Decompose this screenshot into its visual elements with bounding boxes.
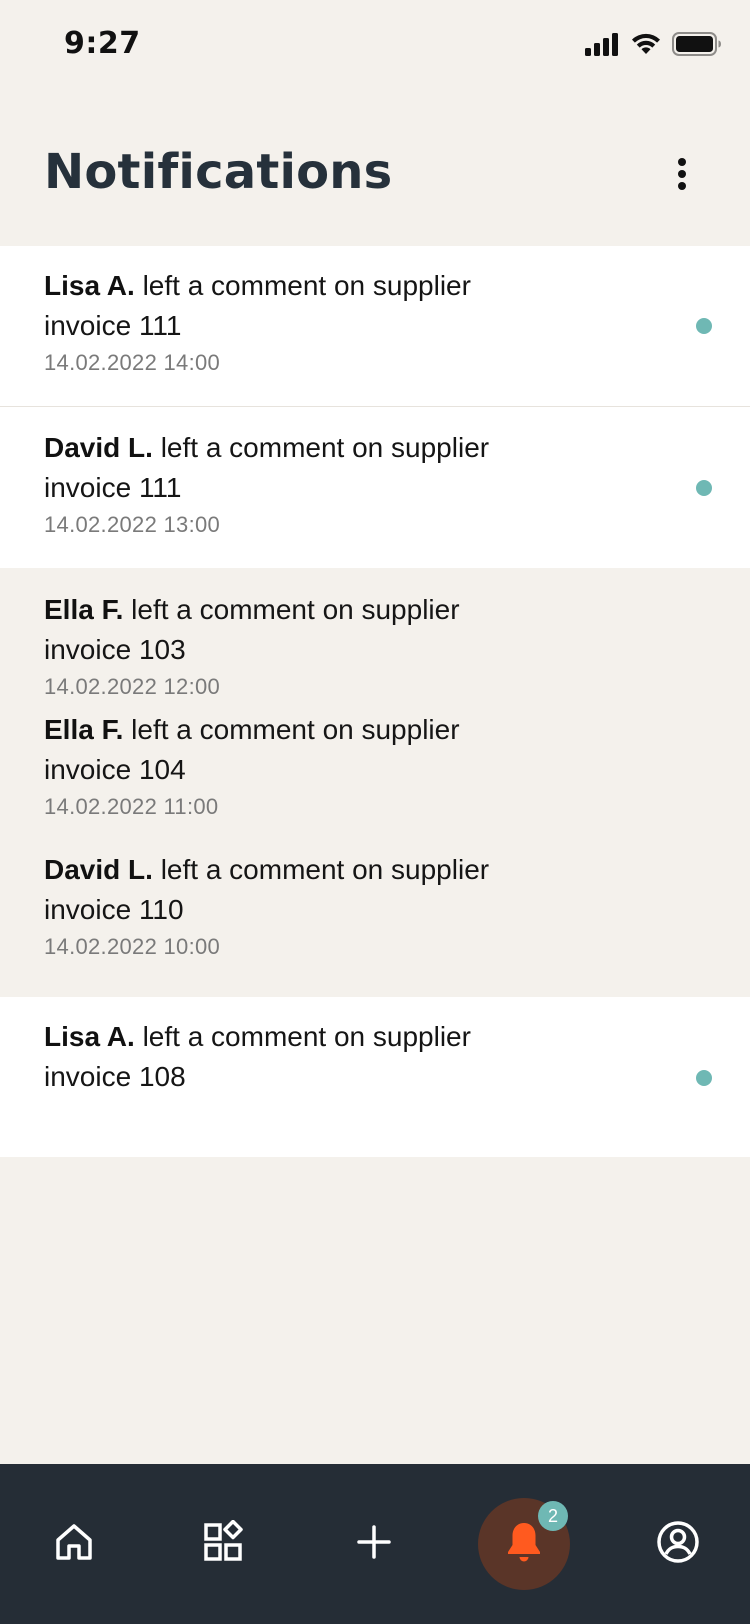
home-icon: [52, 1520, 96, 1569]
status-time: 9:27: [64, 26, 141, 61]
notification-time: 14.02.2022 14:00: [44, 350, 221, 375]
notification-author: Lisa A.: [44, 1021, 135, 1052]
status-icons: [584, 31, 722, 61]
unread-indicator: [696, 480, 712, 496]
notification-author: Ella F.: [44, 594, 124, 625]
notification-text: Lisa A. left a comment on supplier invoi…: [44, 1017, 514, 1097]
nav-notifications[interactable]: 2: [478, 1464, 570, 1624]
page-header: Notifications: [0, 92, 750, 246]
notification-author: David L.: [44, 432, 153, 463]
notification-author: David L.: [44, 854, 153, 885]
status-bar: 9:27: [0, 0, 750, 92]
notification-time: 14.02.2022 13:00: [44, 512, 221, 537]
bell-icon: [505, 1520, 543, 1569]
unread-indicator: [696, 318, 712, 334]
notification-item[interactable]: David L. left a comment on supplier invo…: [0, 848, 750, 997]
notification-badge: 2: [538, 1501, 568, 1531]
notification-item[interactable]: Ella F. left a comment on supplier invoi…: [0, 568, 750, 708]
nav-home[interactable]: [28, 1464, 120, 1624]
notification-list: Lisa A. left a comment on supplier invoi…: [0, 246, 750, 1157]
wifi-icon: [630, 32, 662, 61]
notification-time: 14.02.2022 12:00: [44, 674, 221, 699]
bottom-nav: 2: [0, 1464, 750, 1624]
signal-icon: [584, 32, 620, 61]
notification-item[interactable]: Lisa A. left a comment on supplier invoi…: [0, 997, 750, 1157]
notification-time: 14.02.2022 11:00: [44, 794, 219, 819]
notification-text: David L. left a comment on supplier invo…: [44, 428, 514, 508]
plus-icon: [356, 1524, 392, 1565]
page-title: Notifications: [44, 144, 393, 200]
nav-add[interactable]: [328, 1464, 420, 1624]
notification-text: Ella F. left a comment on supplier invoi…: [44, 590, 514, 670]
notification-item[interactable]: Lisa A. left a comment on supplier invoi…: [0, 246, 750, 406]
more-vertical-icon: [677, 157, 687, 196]
unread-indicator: [696, 1070, 712, 1086]
notification-time: 14.02.2022 10:00: [44, 934, 221, 959]
active-tab-indicator: 2: [478, 1498, 570, 1590]
notification-author: Ella F.: [44, 714, 124, 745]
nav-apps[interactable]: [178, 1464, 270, 1624]
notification-author: Lisa A.: [44, 270, 135, 301]
notification-item[interactable]: Ella F. left a comment on supplier invoi…: [0, 708, 750, 848]
battery-icon: [672, 31, 722, 61]
more-options-button[interactable]: [664, 148, 700, 204]
notification-text: Lisa A. left a comment on supplier invoi…: [44, 266, 514, 346]
account-icon: [656, 1520, 700, 1569]
notification-text: David L. left a comment on supplier invo…: [44, 850, 514, 930]
notification-item[interactable]: David L. left a comment on supplier invo…: [0, 407, 750, 568]
apps-icon: [202, 1519, 246, 1569]
nav-account[interactable]: [632, 1464, 724, 1624]
notification-text: Ella F. left a comment on supplier invoi…: [44, 710, 514, 790]
